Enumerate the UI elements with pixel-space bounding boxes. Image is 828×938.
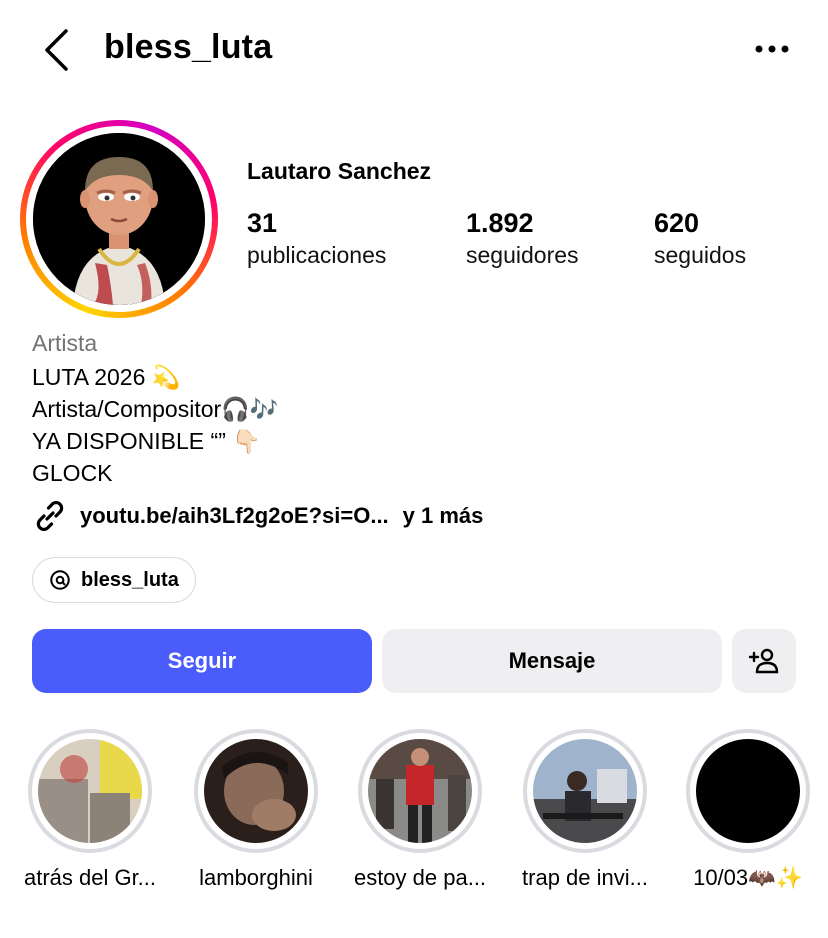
- bio-line: YA DISPONIBLE “” 👇🏻: [32, 428, 261, 454]
- highlight-item[interactable]: estoy de pa...: [345, 729, 495, 891]
- story-ring[interactable]: [20, 120, 218, 318]
- full-name: Lautaro Sanchez: [247, 158, 432, 184]
- highlight-item[interactable]: trap de invi...: [510, 729, 660, 891]
- bio-link[interactable]: youtu.be/aih3Lf2g2oE?si=O... y 1 más: [32, 498, 483, 534]
- highlight-cover: [696, 739, 800, 843]
- highlight-label: estoy de pa...: [353, 865, 487, 890]
- stat-followers-count: 1.892: [466, 208, 534, 238]
- avatar: [33, 133, 205, 305]
- threads-handle: bless_luta: [81, 568, 179, 591]
- stat-following-label: seguidos: [654, 242, 747, 268]
- highlight-cover: [38, 739, 142, 843]
- stat-posts[interactable]: 31 publicaciones: [247, 206, 386, 270]
- bio-link-url[interactable]: youtu.be/aih3Lf2g2oE?si=O...: [80, 503, 389, 529]
- highlight-label: 10/03🦇✨: [693, 865, 803, 890]
- stat-followers[interactable]: 1.892 seguidores: [466, 206, 579, 270]
- highlight-item[interactable]: 10/03🦇✨: [673, 729, 823, 891]
- more-icon: [755, 45, 789, 53]
- back-button[interactable]: [36, 26, 76, 74]
- threads-icon: [50, 570, 70, 590]
- suggested-users-button[interactable]: [732, 629, 796, 693]
- bio-line: Artista/Compositor🎧🎶: [32, 396, 279, 422]
- stat-posts-count: 31: [247, 208, 278, 238]
- highlight-label: trap de invi...: [522, 865, 648, 890]
- highlight-cover: [204, 739, 308, 843]
- stat-following-count: 620: [654, 208, 700, 238]
- chevron-left-icon: [45, 29, 68, 71]
- threads-badge[interactable]: bless_luta: [32, 557, 196, 603]
- stat-following[interactable]: 620 seguidos: [654, 206, 746, 270]
- bio-line: LUTA 2026 💫: [32, 364, 181, 390]
- bio-link-more[interactable]: y 1 más: [403, 503, 484, 529]
- more-options-button[interactable]: [750, 34, 794, 64]
- page-title: bless_luta: [104, 28, 273, 66]
- stat-posts-label: publicaciones: [247, 242, 387, 268]
- highlight-label: lamborghini: [199, 865, 313, 890]
- highlight-item[interactable]: lamborghini: [181, 729, 331, 891]
- highlight-item[interactable]: atrás del Gr...: [15, 729, 165, 891]
- stat-followers-label: seguidores: [466, 242, 579, 268]
- bio-line: GLOCK: [32, 460, 113, 486]
- link-icon: [36, 501, 64, 531]
- follow-button[interactable]: Seguir: [32, 629, 372, 693]
- highlight-cover: [368, 739, 472, 843]
- highlight-cover: [533, 739, 637, 843]
- add-user-icon: [748, 648, 779, 674]
- message-button[interactable]: Mensaje: [382, 629, 722, 693]
- category-label: Artista: [32, 330, 98, 356]
- highlight-label: atrás del Gr...: [23, 865, 157, 890]
